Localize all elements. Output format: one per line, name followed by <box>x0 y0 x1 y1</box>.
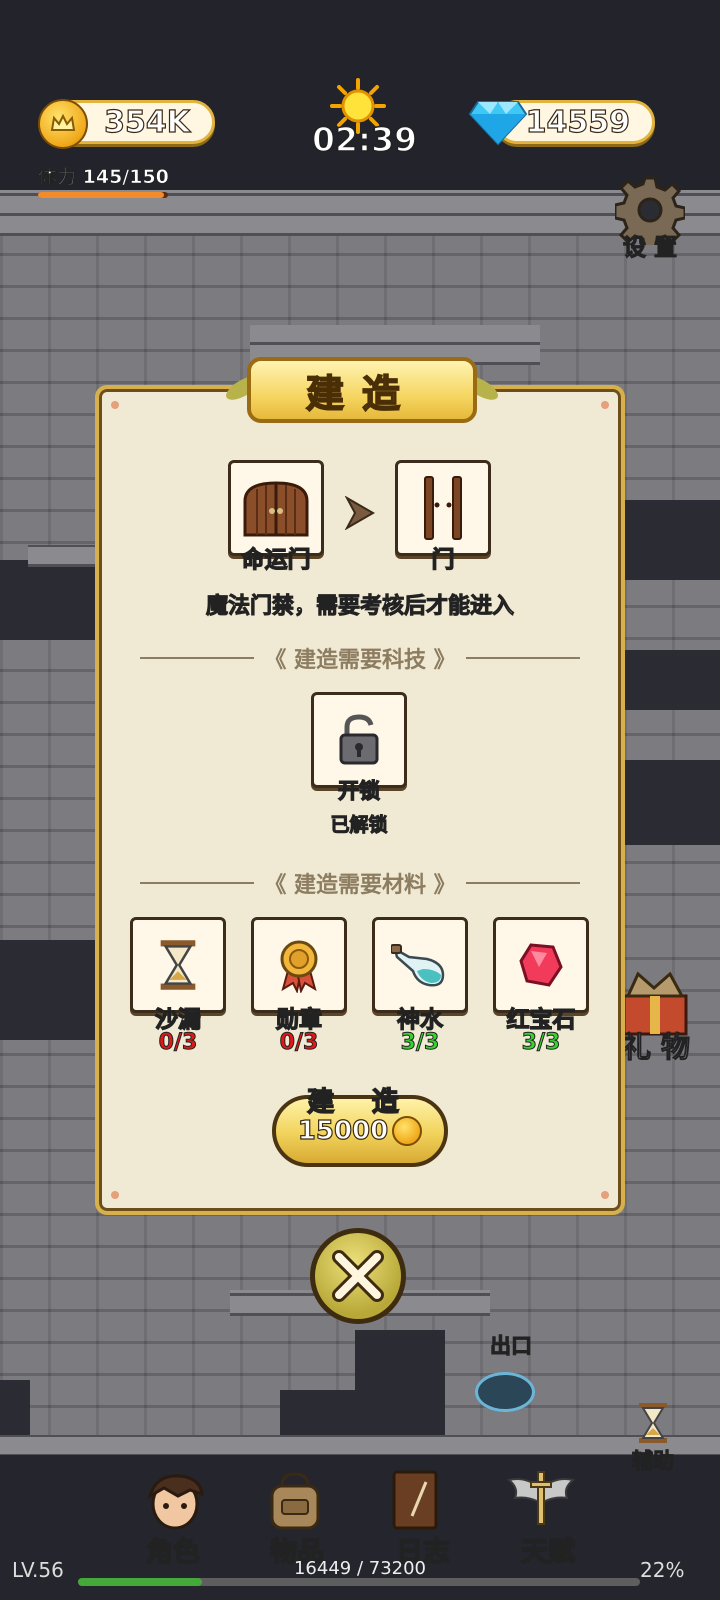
stamina-text: 体力 145/150 <box>38 166 170 189</box>
build-button-label: 建 造 <box>307 1086 413 1118</box>
gold-coin-icon <box>38 99 88 149</box>
material-name: 红宝石 <box>506 1006 576 1033</box>
tech-card[interactable] <box>311 692 407 788</box>
exit-label: 出口 <box>490 1334 533 1359</box>
unlocked-padlock-icon <box>339 714 379 765</box>
journal-book-icon[interactable] <box>390 1468 440 1532</box>
xp-percent: 22% <box>640 1558 685 1582</box>
stamina-bar <box>38 192 168 198</box>
dialog-title: 建造 <box>247 357 477 423</box>
hourglass-icon <box>160 940 196 990</box>
material-name: 沙漏 <box>154 1006 201 1033</box>
material-card-potion[interactable] <box>372 917 468 1013</box>
character-avatar-icon[interactable] <box>140 1470 210 1532</box>
materials-section-header: 《 建造需要材料 》 <box>140 868 581 898</box>
assist-label[interactable]: 辅助 <box>620 1445 686 1475</box>
material-count: 3/3 <box>400 1030 440 1056</box>
wooden-door-icon <box>243 481 309 537</box>
close-button[interactable] <box>310 1228 406 1324</box>
nav-character[interactable]: 角色 <box>118 1530 228 1569</box>
backpack-icon[interactable] <box>264 1470 326 1532</box>
game-clock: 02:39 <box>311 119 418 160</box>
material-name: 神水 <box>396 1006 443 1033</box>
material-card-medal[interactable] <box>251 917 347 1013</box>
material-count: 3/3 <box>521 1030 561 1056</box>
tech-name: 开锁 <box>337 778 380 803</box>
nav-talent[interactable]: 天赋 <box>493 1530 603 1569</box>
ruby-gem-icon <box>519 943 563 987</box>
arrow-right-icon <box>344 496 376 530</box>
close-icon <box>332 1250 384 1302</box>
settings-label[interactable]: 设 置 <box>612 228 688 262</box>
level-label: LV.56 <box>12 1558 64 1582</box>
hourglass-assist-icon[interactable] <box>637 1402 669 1444</box>
gift-label[interactable]: 礼 物 <box>614 1024 698 1066</box>
xp-bar <box>78 1578 640 1586</box>
medal-icon <box>280 940 318 993</box>
tech-section-header: 《 建造需要科技 》 <box>140 643 581 673</box>
material-name: 勋章 <box>275 1006 322 1033</box>
from-item-name: 命运门 <box>241 546 311 573</box>
door-frame-icon <box>424 476 462 540</box>
item-description: 魔法门禁，需要考核后才能进入 <box>205 594 514 620</box>
material-count: 0/3 <box>279 1030 319 1056</box>
build-cost: 15000 <box>297 1115 389 1146</box>
material-count: 0/3 <box>158 1030 198 1056</box>
gem-amount: 14559 <box>525 104 631 140</box>
tech-status: 已解锁 <box>330 814 388 837</box>
potion-flask-icon <box>391 944 445 987</box>
to-item-name: 门 <box>431 546 455 573</box>
material-card-ruby[interactable] <box>493 917 589 1013</box>
gold-amount: 354K <box>104 104 191 140</box>
diamond-icon <box>468 101 528 146</box>
xp-text: 16449 / 73200 <box>293 1558 427 1579</box>
talent-sword-wings-icon[interactable] <box>505 1468 577 1530</box>
cost-coin-icon <box>392 1116 423 1146</box>
material-card-hourglass[interactable] <box>130 917 226 1013</box>
